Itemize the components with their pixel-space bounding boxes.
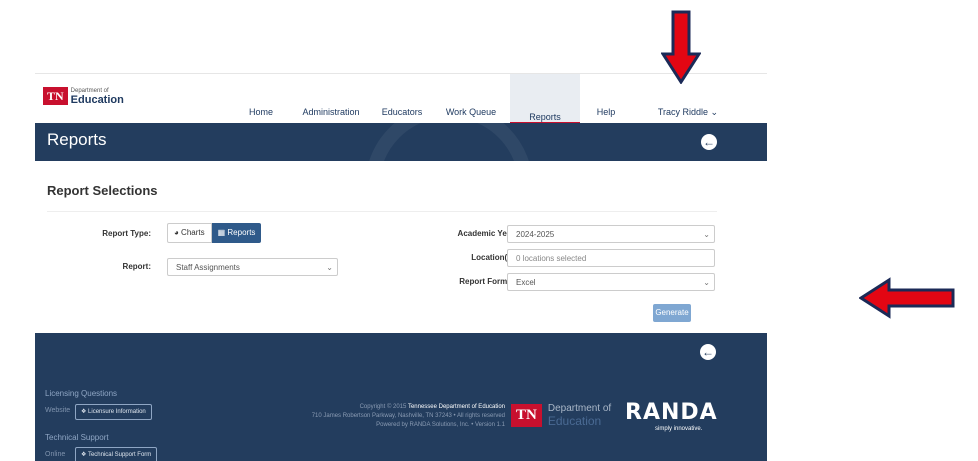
nav-reports[interactable]: Reports	[510, 74, 580, 124]
randa-tagline: simply innovative.	[655, 426, 703, 432]
charts-button[interactable]: ◕ Charts	[167, 223, 212, 243]
section-divider	[47, 211, 717, 212]
copyright-line: Copyright © 2015 Tennessee Department of…	[245, 403, 505, 412]
footer-tn-logo: TN Department of Education	[511, 403, 611, 427]
footer-tn-text: Department of Education	[548, 403, 611, 427]
academic-year-value: 2024-2025	[516, 230, 555, 239]
locations-placeholder: 0 locations selected	[516, 254, 587, 263]
reports-button[interactable]: ▦ Reports	[211, 223, 262, 243]
copyright-prefix: Copyright © 2015	[359, 404, 407, 410]
nav-educators[interactable]: Educators	[377, 102, 427, 124]
generate-button[interactable]: Generate	[653, 304, 691, 322]
online-label: Online	[45, 451, 66, 458]
section-title: Report Selections	[47, 183, 158, 198]
annotation-arrow-left-icon	[859, 277, 955, 319]
page-title: Reports	[47, 130, 107, 149]
top-navbar: TN Department of Education Home Administ…	[35, 73, 767, 124]
chevron-down-icon: ⌄	[326, 263, 333, 272]
nav-administration[interactable]: Administration	[293, 102, 369, 124]
report-format-label: Report Format:	[459, 277, 517, 286]
copyright-org[interactable]: Tennessee Department of Education	[408, 404, 505, 410]
circle-arrow-left-icon[interactable]: ←	[701, 134, 717, 150]
footer-tn-mark: TN	[511, 403, 542, 427]
powered-by-line: Powered by RANDA Solutions, Inc. • Versi…	[376, 422, 505, 428]
chevron-down-icon: ⌄	[703, 278, 710, 287]
randa-logo: RANDA	[625, 400, 718, 425]
academic-year-select[interactable]: 2024-2025 ⌄	[507, 225, 715, 243]
licensure-info-button[interactable]: ❖ Licensure Information	[75, 404, 152, 420]
report-format-value: Excel	[516, 278, 536, 287]
tech-support-heading: Technical Support	[45, 433, 109, 442]
nav-user-menu[interactable]: Tracy Riddle ⌄	[653, 102, 723, 124]
tech-support-form-button[interactable]: ❖ Technical Support Form	[75, 447, 158, 461]
info-circle-icon: ❖	[81, 452, 88, 458]
website-label: Website	[45, 407, 71, 414]
nav-work-queue[interactable]: Work Queue	[441, 102, 501, 124]
address-line: 710 James Robertson Parkway, Nashville, …	[311, 413, 505, 419]
page-banner: Reports ←	[35, 123, 767, 161]
academic-year-label: Academic Year:	[457, 229, 517, 238]
locations-label: Location(s):	[471, 253, 517, 262]
copyright-block: Copyright © 2015 Tennessee Department of…	[245, 403, 505, 430]
nav-help[interactable]: Help	[591, 102, 621, 124]
licensing-heading: Licensing Questions	[45, 389, 118, 398]
report-select-value: Staff Assignments	[176, 263, 240, 272]
circle-arrow-left-icon[interactable]: ←	[700, 344, 716, 360]
report-format-select[interactable]: Excel ⌄	[507, 273, 715, 291]
tech-support-form-label: Technical Support Form	[87, 452, 152, 458]
banner-watermark	[365, 123, 533, 161]
report-select[interactable]: Staff Assignments ⌄	[167, 258, 338, 276]
chevron-down-icon: ⌄	[703, 230, 710, 239]
footer-tn-edu: Education	[547, 414, 602, 428]
licensure-info-label: Licensure Information	[88, 409, 146, 415]
footer: ← Licensing Questions Website ❖ Licensur…	[35, 333, 767, 461]
info-circle-icon: ❖	[81, 409, 89, 415]
nav-home[interactable]: Home	[241, 102, 281, 124]
main-nav: Home Administration Educators Work Queue…	[35, 74, 767, 124]
report-label: Report:	[122, 262, 151, 271]
report-type-toggle: ◕ Charts ▦ Reports	[167, 223, 262, 243]
locations-input[interactable]: 0 locations selected	[507, 249, 715, 267]
report-type-label: Report Type:	[102, 229, 151, 238]
app-window: TN Department of Education Home Administ…	[35, 73, 767, 461]
annotation-arrow-down-icon	[661, 10, 701, 84]
